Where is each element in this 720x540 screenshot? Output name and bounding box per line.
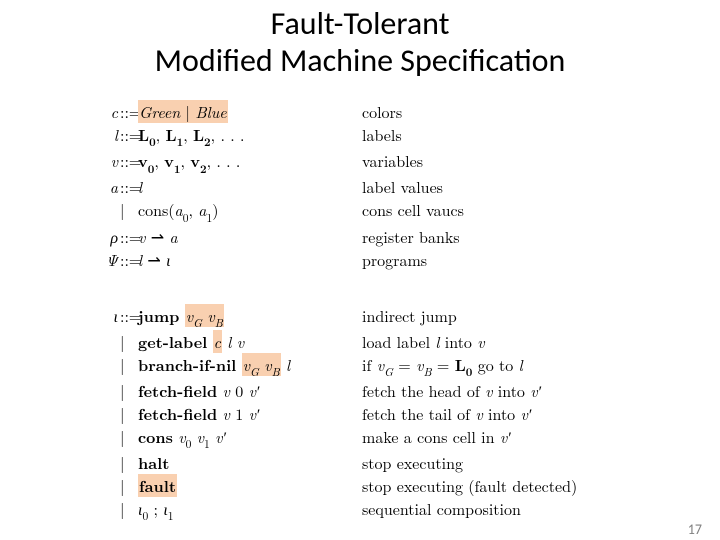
nonterminal: l [90,123,118,146]
grammar-row: |branch-if-nil vG vB lif vG = vB = L0 go… [90,353,630,379]
production-body: cons v0 v1 v′ [138,425,362,451]
def-token: | [118,198,138,221]
production-body: cons(a0, a1) [138,198,362,224]
production-body: branch-if-nil vG vB l [138,353,362,379]
production-body: get-label c l v [138,330,362,353]
def-token: | [118,497,138,520]
production-desc: cons cell vaucs [362,198,630,221]
grammar-row: ι::=jump vG vBindirect jump [90,304,630,330]
production-body: Green | Blue [138,100,362,123]
nonterminal: c [90,100,118,123]
nonterminal: ρ [90,225,118,248]
production-desc: indirect jump [362,304,630,327]
grammar-row: |cons v0 v1 v′make a cons cell in v′ [90,425,630,451]
production-desc: stop executing (fault detected) [362,474,630,497]
page-number: 17 [688,521,702,538]
title-line-2: Modified Machine Specification [155,41,566,80]
def-token: ::= [118,100,138,123]
def-token: | [118,474,138,497]
production-desc: labels [362,123,630,146]
production-desc: make a cons cell in v′ [362,425,630,448]
production-desc: fetch the head of v into v′ [362,379,630,402]
def-token: ::= [118,123,138,146]
def-token: | [118,402,138,425]
grammar-row: ρ::=v ⇀ aregister banks [90,225,630,248]
def-token: ::= [118,149,138,172]
production-desc: register banks [362,225,630,248]
production-body: ι0 ; ι1 [138,497,362,523]
grammar-row: v::=v0, v1, v2, . . .variables [90,149,630,175]
production-body: fault [138,474,362,497]
title-line-1: Fault-Tolerant [271,4,450,43]
def-token: | [118,451,138,474]
production-desc: colors [362,100,630,123]
production-body: fetch-field v 1 v′ [138,402,362,425]
grammar-row: |fetch-field v 1 v′fetch the tail of v i… [90,402,630,425]
grammar-row: a::=llabel values [90,175,630,198]
grammar-row: |faultstop executing (fault detected) [90,474,630,497]
production-body: fetch-field v 0 v′ [138,379,362,402]
def-token: | [118,330,138,353]
production-desc: programs [362,248,630,271]
production-desc: sequential composition [362,497,630,520]
grammar-row: c::=Green | Bluecolors [90,100,630,123]
grammar-row: |get-label c l vload label l into v [90,330,630,353]
def-token: ::= [118,248,138,271]
def-token: | [118,379,138,402]
production-desc: variables [362,149,630,172]
production-desc: label values [362,175,630,198]
grammar-row: |haltstop executing [90,451,630,474]
production-body: jump vG vB [138,304,362,330]
production-desc: load label l into v [362,330,630,353]
production-desc: if vG = vB = L0 go to l [362,353,630,379]
production-desc: fetch the tail of v into v′ [362,402,630,425]
production-body: v0, v1, v2, . . . [138,149,362,175]
nonterminal: Ψ [90,248,118,271]
grammar-block: c::=Green | Bluecolorsl::=L0, L1, L2, . … [90,100,630,523]
def-token: | [118,353,138,376]
def-token: | [118,425,138,448]
grammar-row: l::=L0, L1, L2, . . .labels [90,123,630,149]
grammar-row: Ψ::=l ⇀ ιprograms [90,248,630,271]
production-body: halt [138,451,362,474]
slide-title: Fault-Tolerant Modified Machine Specific… [0,6,720,80]
production-body: L0, L1, L2, . . . [138,123,362,149]
def-token: ::= [118,304,138,327]
def-token: ::= [118,225,138,248]
production-body: l ⇀ ι [138,248,362,271]
grammar-row: |cons(a0, a1)cons cell vaucs [90,198,630,224]
nonterminal: a [90,175,118,198]
production-desc: stop executing [362,451,630,474]
production-body: v ⇀ a [138,225,362,248]
nonterminal: ι [90,304,118,327]
nonterminal: v [90,149,118,172]
grammar-row: |fetch-field v 0 v′fetch the head of v i… [90,379,630,402]
def-token: ::= [118,175,138,198]
grammar-row: |ι0 ; ι1sequential composition [90,497,630,523]
production-body: l [138,175,362,198]
